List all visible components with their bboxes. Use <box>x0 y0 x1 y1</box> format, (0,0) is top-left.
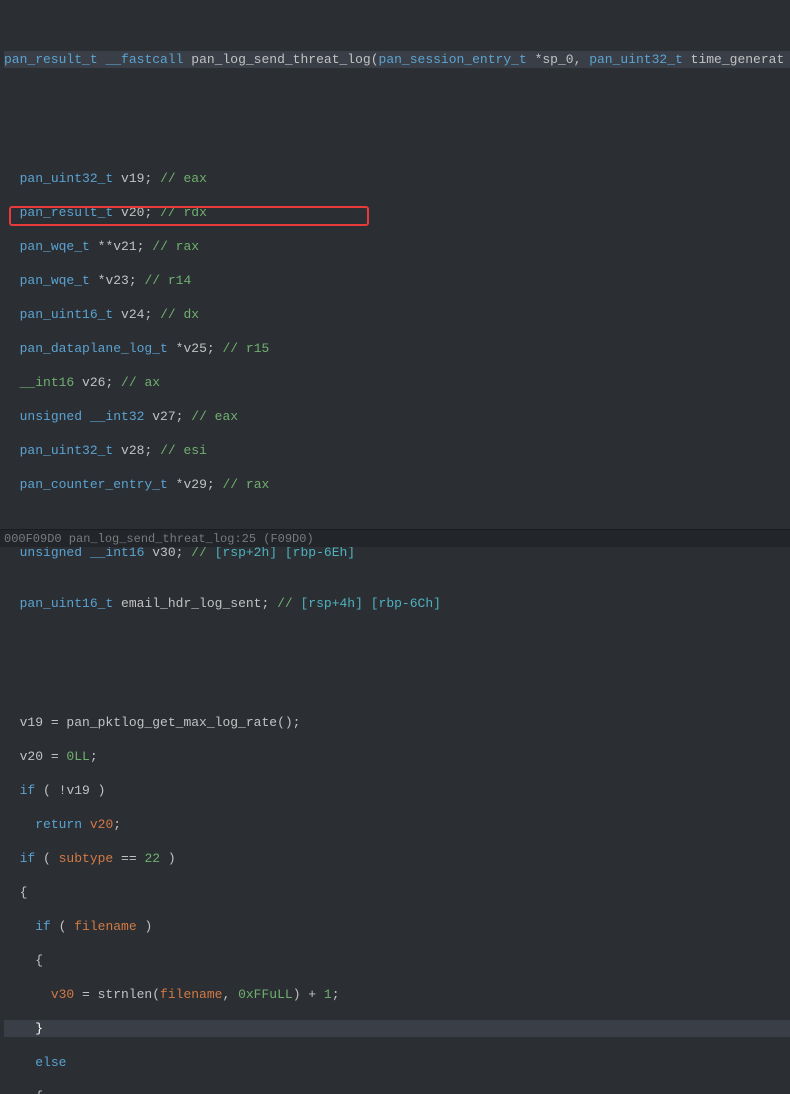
decl-v21[interactable]: pan_wqe_t **v21; // rax <box>4 238 790 255</box>
status-text: 000F09D0 pan_log_send_threat_log:25 (F09… <box>4 532 314 546</box>
decl-v29[interactable]: pan_counter_entry_t *v29; // rax <box>4 476 790 493</box>
blank-line-2 <box>4 646 790 663</box>
code-line-v19-assign[interactable]: v19 = pan_pktlog_get_max_log_rate(); <box>4 714 790 731</box>
code-line-else[interactable]: else <box>4 1054 790 1071</box>
brace-open-1[interactable]: { <box>4 884 790 901</box>
code-line-if-v19[interactable]: if ( !v19 ) <box>4 782 790 799</box>
decl-v27[interactable]: unsigned __int32 v27; // eax <box>4 408 790 425</box>
ret-type: pan_result_t <box>4 52 98 67</box>
brace-open-3[interactable]: { <box>4 1088 790 1094</box>
decl-v23[interactable]: pan_wqe_t *v23; // r14 <box>4 272 790 289</box>
function-signature[interactable]: pan_result_t __fastcall pan_log_send_thr… <box>4 51 790 68</box>
status-bar: 000F09D0 pan_log_send_threat_log:25 (F09… <box>0 529 790 547</box>
decl-v19[interactable]: pan_uint32_t v19; // eax <box>4 170 790 187</box>
decl-v26[interactable]: __int16 v26; // ax <box>4 374 790 391</box>
param1-name: sp_0 <box>542 52 573 67</box>
decl-v20[interactable]: pan_result_t v20; // rdx <box>4 204 790 221</box>
decl-v28[interactable]: pan_uint32_t v28; // esi <box>4 442 790 459</box>
func-name: pan_log_send_threat_log <box>191 52 370 67</box>
decl-email[interactable]: pan_uint16_t email_hdr_log_sent; // [rsp… <box>4 595 790 612</box>
blank-line <box>4 102 790 119</box>
code-line-return-v20[interactable]: return v20; <box>4 816 790 833</box>
param2-type: pan_uint32_t <box>589 52 683 67</box>
brace-close-highlighted[interactable]: } <box>4 1020 790 1037</box>
decl-v24[interactable]: pan_uint16_t v24; // dx <box>4 306 790 323</box>
code-line-v30-filename[interactable]: v30 = strnlen(filename, 0xFFuLL) + 1; <box>4 986 790 1003</box>
brace-open-2[interactable]: { <box>4 952 790 969</box>
code-line-v20-assign[interactable]: v20 = 0LL; <box>4 748 790 765</box>
code-line-if-filename[interactable]: if ( filename ) <box>4 918 790 935</box>
code-line-if-subtype[interactable]: if ( subtype == 22 ) <box>4 850 790 867</box>
call-conv: __fastcall <box>105 52 183 67</box>
decl-v25[interactable]: pan_dataplane_log_t *v25; // r15 <box>4 340 790 357</box>
param1-type: pan_session_entry_t <box>379 52 527 67</box>
param2-name: time_generat <box>691 52 785 67</box>
